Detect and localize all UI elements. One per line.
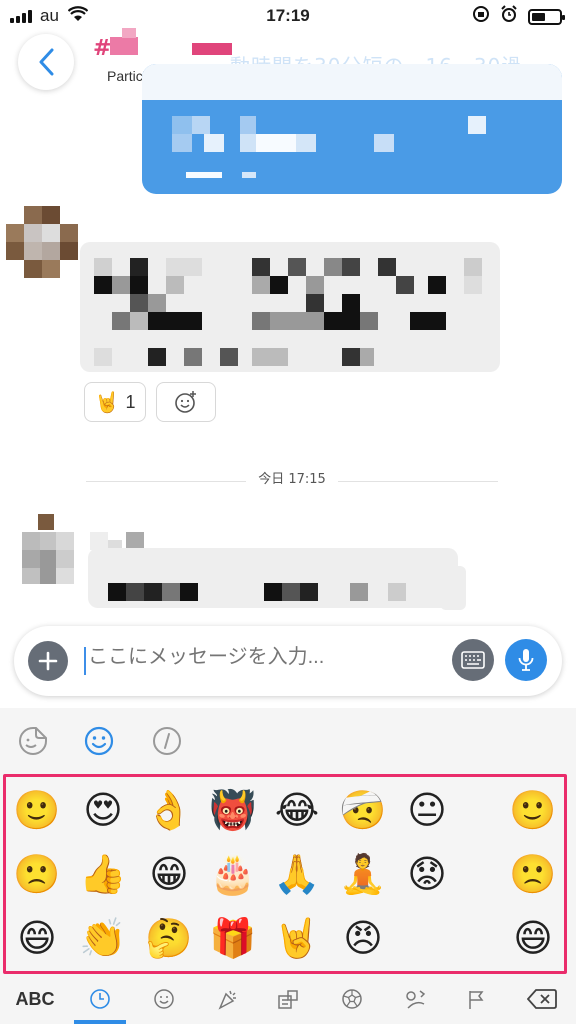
emoji-cell[interactable]: 🙁 bbox=[12, 849, 62, 899]
emoji-grid: 🙂 😍 👌 👹 😂 🤕 😐 🙂 🙁 👍 😁 🎂 🙏 🧘 😟 🙁 😄 👏 🤔 🎁 … bbox=[3, 774, 567, 974]
reaction-chip[interactable]: 🤘 1 bbox=[84, 382, 146, 422]
emoji-cell[interactable]: 🎂 bbox=[208, 849, 258, 899]
alarm-icon bbox=[500, 5, 518, 28]
emoji-cell[interactable]: 😁 bbox=[144, 849, 194, 899]
abc-keyboard-button[interactable]: ABC bbox=[10, 982, 60, 1016]
category-objects[interactable] bbox=[272, 982, 304, 1016]
category-recent[interactable] bbox=[84, 982, 116, 1016]
emoji-cell[interactable]: 🧘 bbox=[338, 849, 388, 899]
emoji-cell[interactable]: 👏 bbox=[78, 913, 128, 963]
emoji-cell[interactable]: 😄 bbox=[12, 913, 62, 963]
category-flags[interactable] bbox=[460, 982, 492, 1016]
channel-prefix: # bbox=[93, 36, 112, 61]
objects-icon bbox=[278, 990, 298, 1009]
reaction-count: 1 bbox=[125, 391, 136, 412]
microphone-icon bbox=[518, 649, 534, 671]
reaction-emoji: 🤘 bbox=[94, 390, 120, 414]
tab-slash-commands[interactable] bbox=[150, 724, 184, 758]
emoji-cell[interactable]: 😐 bbox=[402, 785, 452, 835]
tab-emoji[interactable] bbox=[82, 724, 116, 758]
travel-icon bbox=[406, 990, 426, 1009]
channel-name-redacted bbox=[110, 37, 138, 55]
emoji-cell[interactable]: 🙂 bbox=[12, 785, 62, 835]
emoji-cell[interactable]: 👹 bbox=[208, 785, 258, 835]
emoji-cell[interactable]: 🤘 bbox=[272, 913, 322, 963]
sticker-icon bbox=[19, 727, 47, 755]
active-category-indicator bbox=[74, 1020, 126, 1024]
emoji-cell[interactable]: 👍 bbox=[78, 849, 128, 899]
incoming-message-bubble[interactable] bbox=[80, 242, 500, 372]
outgoing-message-bubble[interactable] bbox=[142, 64, 562, 194]
ball-icon bbox=[342, 989, 362, 1009]
date-divider: 今日 17:15 bbox=[86, 466, 498, 487]
emoji-cell[interactable]: 😟 bbox=[402, 849, 452, 899]
emoji-keyboard: 🙂 😍 👌 👹 😂 🤕 😐 🙂 🙁 👍 😁 🎂 🙏 🧘 😟 🙁 😄 👏 🤔 🎁 … bbox=[0, 708, 576, 1024]
back-button[interactable] bbox=[18, 34, 74, 90]
add-attachment-button[interactable] bbox=[28, 641, 68, 681]
emoji-cell[interactable]: 🤔 bbox=[144, 913, 194, 963]
category-celebration[interactable] bbox=[212, 982, 244, 1016]
delete-icon bbox=[527, 989, 557, 1009]
emoji-cell[interactable]: 😄 bbox=[508, 913, 558, 963]
emoji-icon bbox=[84, 726, 114, 756]
emoji-cell[interactable]: 😍 bbox=[78, 785, 128, 835]
add-reaction-icon bbox=[175, 391, 196, 413]
incoming-message-bubble[interactable] bbox=[88, 548, 458, 608]
category-activities[interactable] bbox=[336, 982, 368, 1016]
date-divider-label: 今日 17:15 bbox=[258, 472, 326, 487]
status-bar: au 17:19 bbox=[0, 0, 576, 34]
orientation-lock-icon bbox=[472, 5, 490, 28]
emoji-cell[interactable]: 🙁 bbox=[508, 849, 558, 899]
category-smileys[interactable] bbox=[148, 982, 180, 1016]
tab-stickers[interactable] bbox=[16, 724, 50, 758]
avatar[interactable] bbox=[6, 206, 78, 278]
emoji-cell[interactable]: 🙂 bbox=[508, 785, 558, 835]
message-input[interactable] bbox=[88, 646, 448, 669]
emoji-cell[interactable]: 😠 bbox=[338, 913, 388, 963]
battery-icon bbox=[528, 8, 565, 25]
message-composer bbox=[14, 626, 562, 696]
emoji-cell[interactable]: 🤕 bbox=[338, 785, 388, 835]
keyboard-toggle-button[interactable] bbox=[452, 639, 494, 681]
add-reaction-button[interactable] bbox=[156, 382, 216, 422]
smiley-icon bbox=[154, 989, 174, 1009]
emoji-panel-tabs bbox=[0, 708, 576, 774]
delete-button[interactable] bbox=[524, 982, 560, 1016]
slash-command-icon bbox=[153, 727, 181, 755]
emoji-cell[interactable]: 🎁 bbox=[208, 913, 258, 963]
avatar[interactable] bbox=[22, 514, 74, 584]
recent-icon bbox=[90, 989, 110, 1009]
keyboard-icon bbox=[461, 651, 485, 669]
chevron-left-icon bbox=[39, 48, 54, 76]
emoji-cell[interactable]: 👌 bbox=[144, 785, 194, 835]
emoji-category-bar: ABC bbox=[0, 974, 576, 1024]
category-travel[interactable] bbox=[400, 982, 432, 1016]
flag-icon bbox=[469, 991, 484, 1009]
plus-icon bbox=[38, 651, 58, 671]
emoji-cell[interactable]: 😂 bbox=[272, 785, 322, 835]
emoji-cell[interactable]: 🙏 bbox=[272, 849, 322, 899]
voice-input-button[interactable] bbox=[505, 639, 547, 681]
party-icon bbox=[218, 990, 236, 1010]
